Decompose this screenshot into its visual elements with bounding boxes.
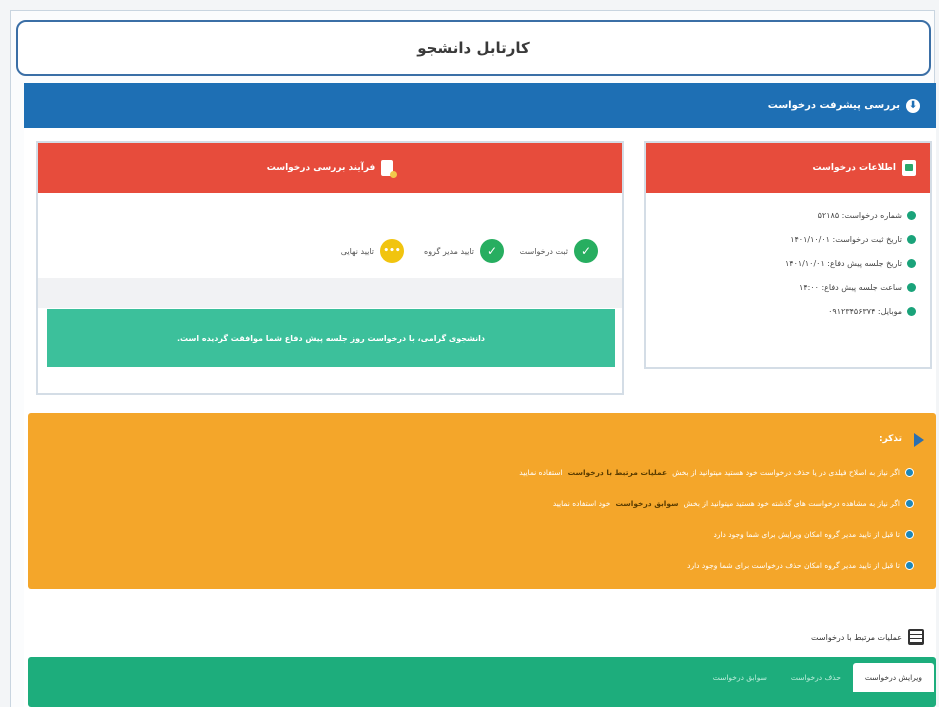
info-session-time: ساعت جلسه پیش دفاع: ۱۴:۰۰	[799, 282, 902, 292]
bullet-icon	[905, 530, 914, 539]
bullet-icon	[905, 499, 914, 508]
note-title: تذکر:	[878, 434, 902, 444]
page-title: کارتابل دانشجو	[16, 20, 931, 76]
bullet-icon	[905, 561, 914, 570]
info-mobile: موبایل: ۰۹۱۲۳۴۵۶۳۷۴	[828, 306, 902, 316]
arrow-right-icon	[908, 431, 924, 447]
section-title: بررسی پیشرفت درخواست	[767, 100, 900, 111]
step-final-approval: ••• تایید نهایی	[341, 239, 404, 263]
list-item: شماره درخواست: ۵۲۱۸۵	[646, 203, 916, 227]
info-session-date: تاریخ جلسه پیش دفاع: ۱۴۰۱/۱۰/۰۱	[784, 258, 902, 268]
note-text: اگر نیاز به اصلاح فیلدی در یا حذف درخواس…	[672, 468, 900, 477]
note-list: اگر نیاز به اصلاح فیلدی در یا حذف درخواس…	[519, 457, 914, 581]
step-submitted: ✓ ثبت درخواست	[520, 239, 598, 263]
list-item: تا قبل از تایید مدیر گروه امکان ویرایش ب…	[519, 519, 914, 550]
note-suffix: استفاده نمایید	[519, 468, 563, 477]
bullet-icon	[907, 234, 916, 244]
tab-delete-request[interactable]: حذف درخواست	[779, 663, 853, 692]
tab-request-history[interactable]: سوابق درخواست	[701, 663, 779, 692]
related-ops-header: عملیات مرتبط با درخواست	[811, 629, 924, 645]
info-submit-date: تاریخ ثبت درخواست: ۱۴۰۱/۱۰/۰۱	[790, 234, 902, 244]
tabs: ویرایش درخواست حذف درخواست سوابق درخواست	[701, 663, 934, 692]
process-title: فرآیند بررسی درخواست	[266, 163, 376, 173]
list-item: تاریخ جلسه پیش دفاع: ۱۴۰۱/۱۰/۰۱	[646, 251, 916, 275]
pending-icon: •••	[380, 239, 404, 263]
bullet-icon	[907, 282, 916, 292]
step-label: تایید نهایی	[340, 246, 374, 256]
request-info-card: اطلاعات درخواست شماره درخواست: ۵۲۱۸۵ تار…	[644, 141, 932, 369]
process-header: فرآیند بررسی درخواست	[38, 143, 622, 193]
note-text: تا قبل از تایید مدیر گروه امکان حذف درخو…	[687, 561, 900, 570]
related-ops-title: عملیات مرتبط با درخواست	[811, 632, 902, 642]
section-header: ⬇ بررسی پیشرفت درخواست	[24, 83, 936, 128]
note-box: تذکر: اگر نیاز به اصلاح فیلدی در یا حذف …	[28, 413, 936, 589]
request-info-header: اطلاعات درخواست	[646, 143, 930, 193]
info-request-number: شماره درخواست: ۵۲۱۸۵	[817, 210, 902, 220]
list-item: تا قبل از تایید مدیر گروه امکان حذف درخو…	[519, 550, 914, 581]
check-icon: ✓	[574, 239, 598, 263]
tab-edit-request[interactable]: ویرایش درخواست	[852, 663, 934, 692]
history-link[interactable]: سوابق درخواست	[615, 499, 678, 508]
clipboard-icon	[381, 160, 398, 178]
note-suffix: خود استفاده نمایید	[552, 499, 611, 508]
note-text: تا قبل از تایید مدیر گروه امکان ویرایش ب…	[713, 530, 901, 539]
list-item: ساعت جلسه پیش دفاع: ۱۴:۰۰	[646, 275, 916, 299]
list-icon	[908, 629, 924, 645]
note-header: تذکر:	[879, 431, 924, 447]
document-icon	[902, 160, 916, 176]
related-ops-link[interactable]: عملیات مرتبط با درخواست	[568, 468, 667, 477]
check-icon: ✓	[480, 239, 504, 263]
success-message: دانشجوی گرامی، با درخواست روز جلسه پیش د…	[47, 309, 615, 367]
step-group-approval: ✓ تایید مدیر گروه	[424, 239, 504, 263]
bullet-icon	[905, 468, 914, 477]
request-info-title: اطلاعات درخواست	[812, 163, 897, 173]
bullet-icon	[907, 258, 916, 268]
divider-band	[38, 278, 622, 308]
step-label: ثبت درخواست	[519, 246, 568, 256]
list-item: تاریخ ثبت درخواست: ۱۴۰۱/۱۰/۰۱	[646, 227, 916, 251]
request-info-list: شماره درخواست: ۵۲۱۸۵ تاریخ ثبت درخواست: …	[646, 193, 930, 323]
main-panel: ⬇ بررسی پیشرفت درخواست اطلاعات درخواست ش…	[24, 83, 936, 707]
note-text: اگر نیاز به مشاهده درخواست های گذشته خود…	[683, 499, 900, 508]
list-item: اگر نیاز به مشاهده درخواست های گذشته خود…	[519, 488, 914, 519]
step-label: تایید مدیر گروه	[424, 246, 474, 256]
download-icon: ⬇	[906, 98, 920, 113]
related-ops-tabs-bar: ویرایش درخواست حذف درخواست سوابق درخواست	[28, 657, 936, 707]
list-item: اگر نیاز به اصلاح فیلدی در یا حذف درخواس…	[519, 457, 914, 488]
bullet-icon	[907, 210, 916, 220]
process-card: فرآیند بررسی درخواست ✓ ثبت درخواست ✓ تای…	[36, 141, 624, 395]
bullet-icon	[907, 306, 916, 316]
list-item: موبایل: ۰۹۱۲۳۴۵۶۳۷۴	[646, 299, 916, 323]
